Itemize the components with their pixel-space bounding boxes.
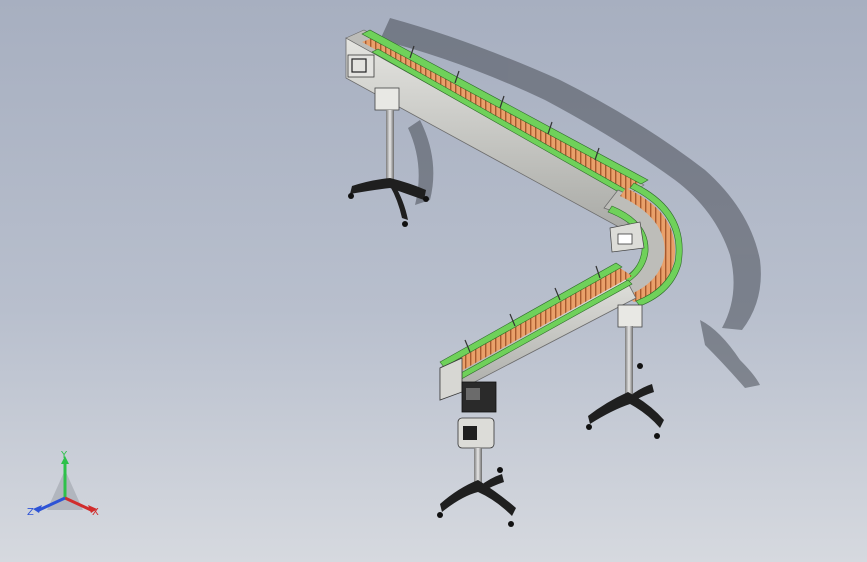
support-stand-right	[586, 304, 664, 439]
y-axis-label: Y	[60, 450, 68, 461]
x-axis-label: X	[92, 507, 99, 518]
support-stand-drive	[437, 381, 516, 527]
lower-straight-section	[439, 262, 637, 401]
cad-viewport[interactable]: Y X Z	[0, 0, 867, 562]
conveyor-model-render[interactable]	[0, 0, 867, 562]
z-axis-label: Z	[27, 507, 34, 518]
orientation-triad[interactable]: Y X Z	[25, 448, 105, 528]
